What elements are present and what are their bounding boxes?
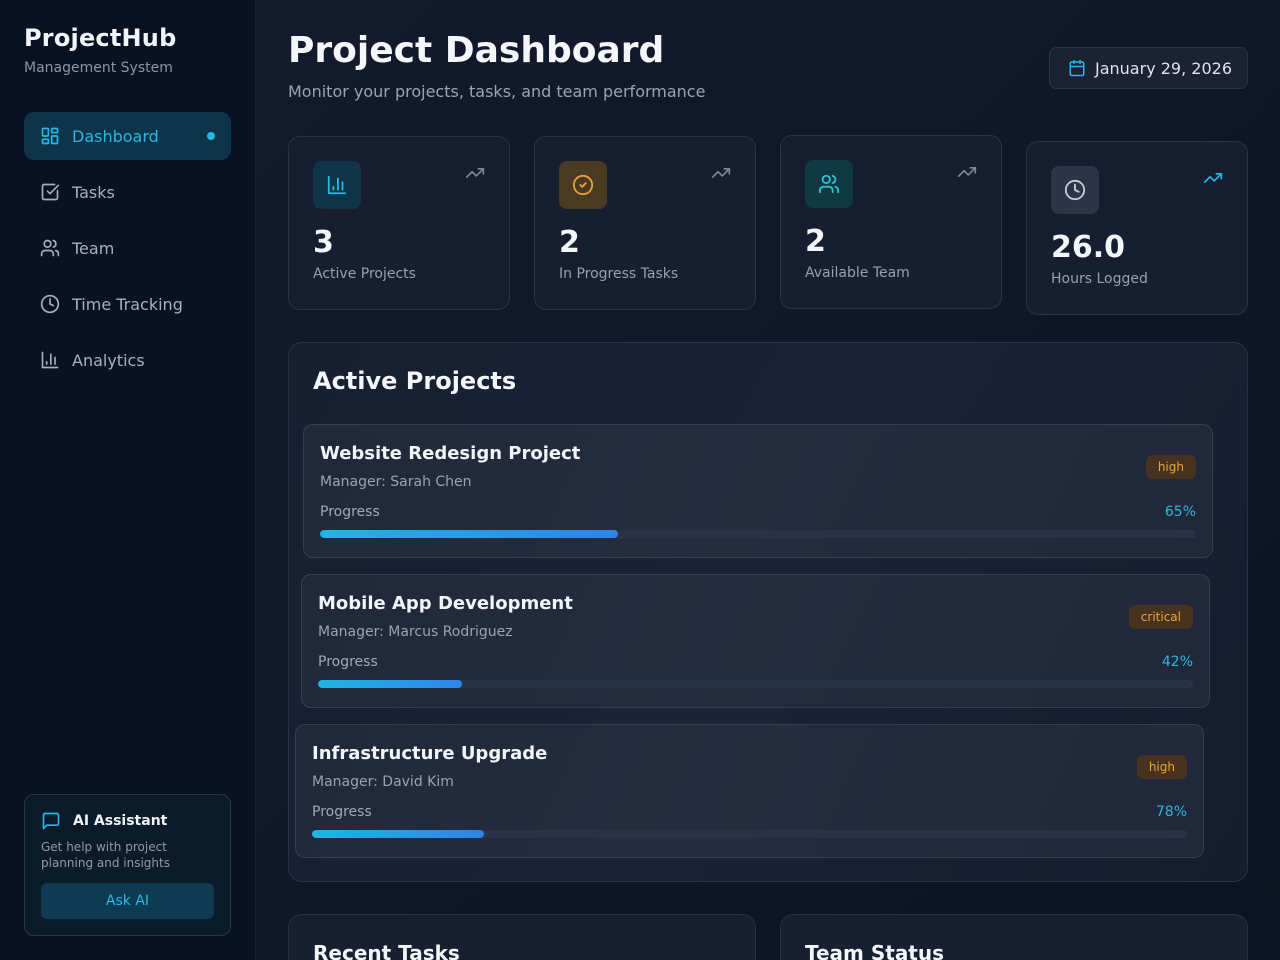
progress-label: Progress [312,804,372,820]
stat-card-active-projects[interactable]: 3 Active Projects [288,136,510,310]
stat-card-available-team[interactable]: 2 Available Team [780,135,1002,309]
project-manager: Manager: Marcus Rodriguez [318,624,513,640]
priority-badge: high [1136,755,1187,779]
progress-label: Progress [318,654,378,670]
section-title: Team Status [805,941,945,960]
project-manager: Manager: Sarah Chen [320,474,472,490]
progress-track [312,830,1187,838]
ai-assistant-card: AI Assistant Get help with project plann… [24,794,231,936]
progress-track [318,680,1193,688]
stat-icon-container [559,161,607,209]
stat-value: 26.0 [1051,230,1126,265]
message-icon [42,812,60,830]
chart-icon [41,351,59,369]
stat-value: 2 [805,224,826,259]
progress-row: Progress 65% [320,504,1196,520]
trending-up-icon [465,168,485,178]
stat-card-hours-logged[interactable]: 26.0 Hours Logged [1026,141,1248,315]
checkbox-icon [41,183,60,201]
project-card-website-redesign[interactable]: Website Redesign Project Manager: Sarah … [303,424,1213,558]
project-name: Website Redesign Project [320,443,581,464]
users-icon [818,174,840,194]
trending-up-icon [1203,173,1223,183]
project-manager: Manager: David Kim [312,774,454,790]
date-text: January 29, 2026 [1095,58,1232,78]
sidebar-item-time-tracking[interactable]: Time Tracking [24,280,231,328]
ai-assistant-description: Get help with project planning and insig… [41,840,170,870]
sidebar-item-label: Tasks [72,182,115,202]
section-title: Active Projects [313,367,517,395]
stat-icon-container [805,160,853,208]
bar-chart-icon [327,175,347,195]
page-subtitle: Monitor your projects, tasks, and team p… [288,82,706,101]
progress-percent: 78% [1155,804,1187,820]
progress-track [320,530,1196,538]
section-title: Recent Tasks [313,941,460,960]
stat-label: In Progress Tasks [559,266,679,282]
date-display[interactable]: January 29, 2026 [1049,47,1248,89]
project-card-mobile-app[interactable]: Mobile App Development Manager: Marcus R… [301,574,1210,708]
sidebar-item-label: Dashboard [72,126,159,146]
progress-percent: 65% [1164,504,1196,520]
check-circle-icon [572,174,594,196]
progress-fill [312,830,485,838]
progress-label: Progress [320,504,380,520]
main-content: Project Dashboard Monitor your projects,… [256,0,1280,960]
sidebar-item-label: Time Tracking [72,294,183,314]
sidebar-item-analytics[interactable]: Analytics [24,336,231,384]
users-icon [40,239,60,257]
ai-assistant-header: AI Assistant [41,811,214,831]
stat-value: 3 [313,225,334,260]
project-name: Mobile App Development [318,593,573,614]
progress-fill [320,530,618,538]
trending-up-icon [957,167,977,177]
trending-up-icon [711,168,731,178]
calendar-icon [1069,59,1085,77]
recent-tasks-panel: Recent Tasks [288,914,756,960]
brand-subtitle: Management System [24,60,173,76]
stat-label: Hours Logged [1051,271,1148,287]
ai-assistant-title: AI Assistant [73,813,168,829]
team-status-panel: Team Status [780,914,1248,960]
project-card-infrastructure-upgrade[interactable]: Infrastructure Upgrade Manager: David Ki… [295,724,1204,858]
page-title: Project Dashboard [288,30,665,71]
stat-value: 2 [559,225,580,260]
sidebar-item-label: Team [72,238,115,258]
progress-percent: 42% [1161,654,1193,670]
stat-label: Active Projects [313,266,416,282]
clock-icon [40,294,60,314]
brand: ProjectHub Management System [24,24,176,76]
priority-badge: critical [1128,605,1193,629]
stat-label: Available Team [805,265,910,281]
priority-badge: high [1145,455,1196,479]
active-indicator [207,132,215,140]
clock-icon [1064,179,1086,201]
progress-row: Progress 78% [312,804,1187,820]
dashboard-icon [41,127,59,145]
sidebar: ProjectHub Management System Dashboard T… [0,0,256,960]
stat-card-in-progress-tasks[interactable]: 2 In Progress Tasks [534,136,756,310]
sidebar-item-label: Analytics [72,350,145,370]
brand-title: ProjectHub [24,24,177,52]
ask-ai-button[interactable]: Ask AI [41,883,214,919]
sidebar-item-dashboard[interactable]: Dashboard [24,112,231,160]
sidebar-item-team[interactable]: Team [24,224,231,272]
stat-icon-container [313,161,361,209]
sidebar-nav: Dashboard Tasks Team Time Tracking Analy… [24,112,231,392]
sidebar-item-tasks[interactable]: Tasks [24,168,231,216]
stat-icon-container [1051,166,1099,214]
progress-fill [318,680,463,688]
active-projects-panel: Active Projects Website Redesign Project… [288,342,1248,882]
project-name: Infrastructure Upgrade [312,743,548,764]
progress-row: Progress 42% [318,654,1193,670]
